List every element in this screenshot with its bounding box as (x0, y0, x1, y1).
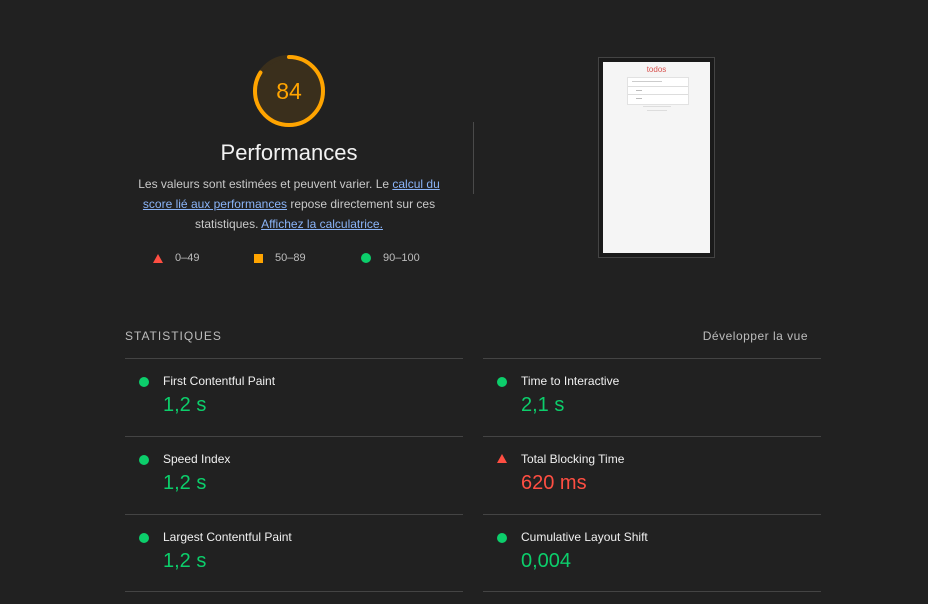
metrics-divider (125, 591, 463, 592)
metric-first-contentful-paint: First Contentful Paint 1,2 s (125, 358, 463, 436)
metric-name: Time to Interactive (521, 374, 620, 388)
green-circle-icon (139, 533, 149, 543)
screenshot-input-text (632, 81, 662, 82)
screenshot-screen: todos (603, 62, 710, 253)
green-circle-icon (497, 377, 507, 387)
performance-score-gauge: 84 (252, 54, 326, 128)
final-screenshot-thumbnail[interactable]: todos (598, 57, 715, 258)
legend-label: 0–49 (175, 252, 200, 264)
metric-value: 1,2 s (163, 472, 207, 494)
screenshot-app-title: todos (646, 65, 667, 74)
category-title: Performances (220, 140, 358, 165)
metric-name: First Contentful Paint (163, 374, 276, 388)
screenshot-footer-text (643, 106, 671, 107)
legend-average: 50–89 (254, 252, 306, 264)
screenshot-item-text (636, 98, 642, 99)
metrics-divider (483, 591, 821, 592)
screenshot-item-text (636, 90, 642, 91)
expand-view-toggle[interactable]: Développer la vue (703, 329, 808, 343)
metric-name: Speed Index (163, 452, 231, 466)
metric-name: Total Blocking Time (521, 452, 625, 466)
description-text-1: Les valeurs sont estimées et peuvent var… (138, 177, 393, 191)
legend-fail: 0–49 (153, 252, 199, 264)
metric-total-blocking-time: Total Blocking Time 620 ms (483, 436, 821, 514)
legend-label: 90–100 (383, 252, 420, 264)
green-circle-icon (139, 377, 149, 387)
metric-value: 1,2 s (163, 394, 207, 416)
metrics-heading: STATISTIQUES (125, 329, 222, 343)
green-circle-icon (497, 533, 507, 543)
screenshot-row-divider (628, 86, 688, 87)
metric-value: 0,004 (521, 550, 572, 572)
legend-label: 50–89 (275, 252, 306, 264)
score-value: 84 (276, 77, 302, 104)
metric-value: 2,1 s (521, 394, 565, 416)
screenshot-row-divider (628, 94, 688, 95)
score-description: Les valeurs sont estimées et peuvent var… (128, 174, 450, 234)
metric-time-to-interactive: Time to Interactive 2,1 s (483, 358, 821, 436)
orange-square-icon (254, 253, 263, 263)
green-circle-icon (139, 455, 149, 465)
screenshot-footer-text (647, 110, 667, 111)
metric-value: 620 ms (521, 472, 587, 494)
metric-largest-contentful-paint: Largest Contentful Paint 1,2 s (125, 514, 463, 592)
metric-name: Largest Contentful Paint (163, 530, 292, 544)
legend-pass: 90–100 (361, 252, 420, 264)
screenshot-todo-card (627, 77, 689, 105)
metric-speed-index: Speed Index 1,2 s (125, 436, 463, 514)
red-triangle-icon (153, 253, 163, 263)
red-triangle-icon (497, 454, 507, 463)
metric-value: 1,2 s (163, 550, 207, 572)
section-divider (473, 122, 474, 194)
metric-name: Cumulative Layout Shift (521, 530, 648, 544)
calculator-link[interactable]: Affichez la calculatrice. (261, 217, 383, 231)
metric-cumulative-layout-shift: Cumulative Layout Shift 0,004 (483, 514, 821, 592)
green-circle-icon (361, 253, 371, 263)
